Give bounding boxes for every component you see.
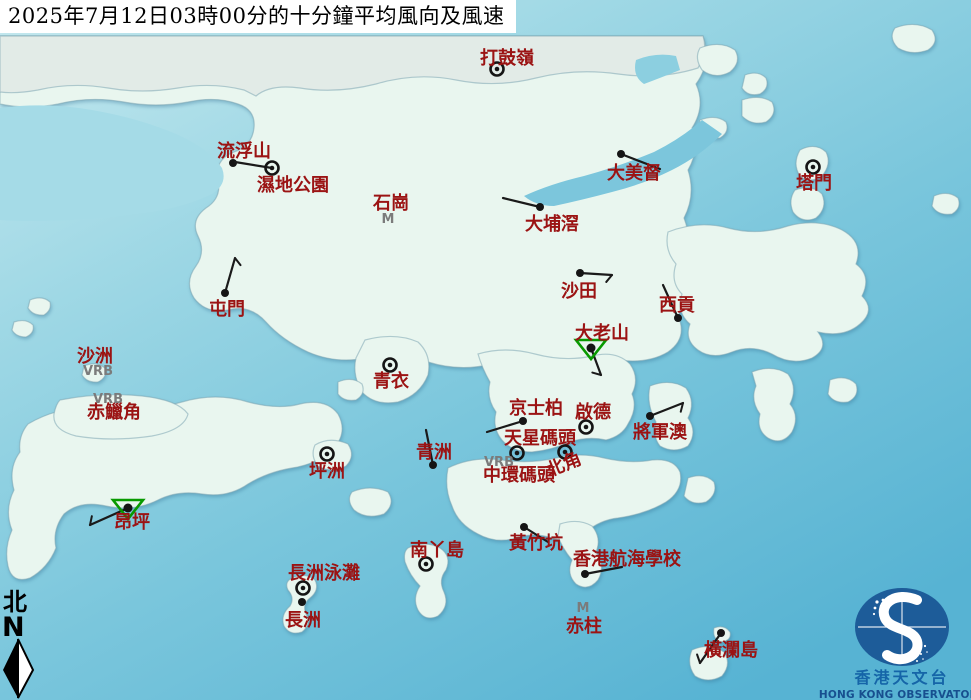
station-label: 橫瀾島 <box>704 639 758 661</box>
station-marker-dot <box>584 425 589 430</box>
station-label: 石崗 <box>372 192 409 214</box>
station-label: 京士柏 <box>509 397 563 419</box>
station-label: 打鼓嶺 <box>480 47 534 69</box>
station-label: 屯門 <box>209 298 245 320</box>
station-marker <box>520 523 528 531</box>
land-islet-e <box>932 193 959 214</box>
station-label: 南丫島 <box>410 539 464 561</box>
station-label: 啟德 <box>575 401 611 423</box>
station-label: 黃竹坑 <box>508 532 563 554</box>
station-marker <box>536 203 544 211</box>
hko-logo-chinese-name: 香港天文台 <box>853 668 949 687</box>
land-daguilar <box>684 476 715 503</box>
station-marker-dot <box>424 562 429 567</box>
station-label: 濕地公園 <box>257 174 329 196</box>
station-marker-dot <box>270 166 275 171</box>
land-ma-wan <box>338 379 363 400</box>
station-marker <box>221 289 229 297</box>
station-label: 青洲 <box>416 442 452 463</box>
station-marker-dot <box>325 452 330 457</box>
land-islet-east <box>828 378 857 403</box>
station-marker <box>576 269 584 277</box>
station-label: 坪洲 <box>309 461 345 482</box>
station-label: 塔門 <box>796 172 832 194</box>
station-label: 青衣 <box>373 370 409 392</box>
station-note: M <box>577 601 590 616</box>
station-marker-dot <box>301 586 306 591</box>
wind-map-root: 打鼓嶺流浮山濕地公園塔門大美督大埔滘石崗M屯門沙田西貢沙洲VRB赤鱲角VRB青衣… <box>0 0 971 700</box>
station-label: 長洲 <box>285 610 321 631</box>
land-islet-ne4 <box>742 97 774 123</box>
station-marker <box>646 412 654 420</box>
land-islet-ne3 <box>742 73 767 95</box>
map-background: 打鼓嶺流浮山濕地公園塔門大美督大埔滘石崗M屯門沙田西貢沙洲VRB赤鱲角VRB青衣… <box>0 0 971 700</box>
land-islet-nw1 <box>28 298 50 315</box>
station-marker-dot <box>388 363 393 368</box>
station-label: 西貢 <box>659 295 695 316</box>
station-label: 大埔滘 <box>525 213 579 235</box>
land-islet-ne1 <box>892 24 935 52</box>
hko-logo-english-name: HONG KONG OBSERVATORY <box>819 689 971 700</box>
compass-n-label: N <box>2 612 25 643</box>
land-islet-ne2 <box>697 44 737 75</box>
station-label: 流浮山 <box>217 140 271 162</box>
station-marker <box>617 150 625 158</box>
station-label: 大老山 <box>575 322 629 344</box>
station-marker-dot <box>515 451 520 456</box>
station-note: M <box>382 212 395 227</box>
station-marker <box>717 629 725 637</box>
station-note: VRB <box>83 364 113 379</box>
station-marker <box>581 570 589 578</box>
station-label: 長洲泳灘 <box>288 562 360 584</box>
station-label: 昂坪 <box>114 512 150 533</box>
map-title: 2025年7月12日03時00分的十分鐘平均風向及風速 <box>0 0 516 33</box>
station-label: 沙田 <box>561 281 597 302</box>
station-sha-chau: 沙洲VRB <box>77 346 113 379</box>
station-label: 赤柱 <box>566 615 602 637</box>
station-note: VRB <box>484 455 514 470</box>
station-marker-dot <box>811 165 816 170</box>
land-hei-ling-chau <box>349 488 391 516</box>
station-note: VRB <box>93 392 123 407</box>
station-label: 香港航海學校 <box>572 548 682 570</box>
station-label: 將軍澳 <box>633 421 688 443</box>
station-marker <box>298 598 306 606</box>
station-label: 大美督 <box>607 162 661 184</box>
station-marker-dot <box>587 344 596 353</box>
land-islet-nw2 <box>12 321 33 337</box>
